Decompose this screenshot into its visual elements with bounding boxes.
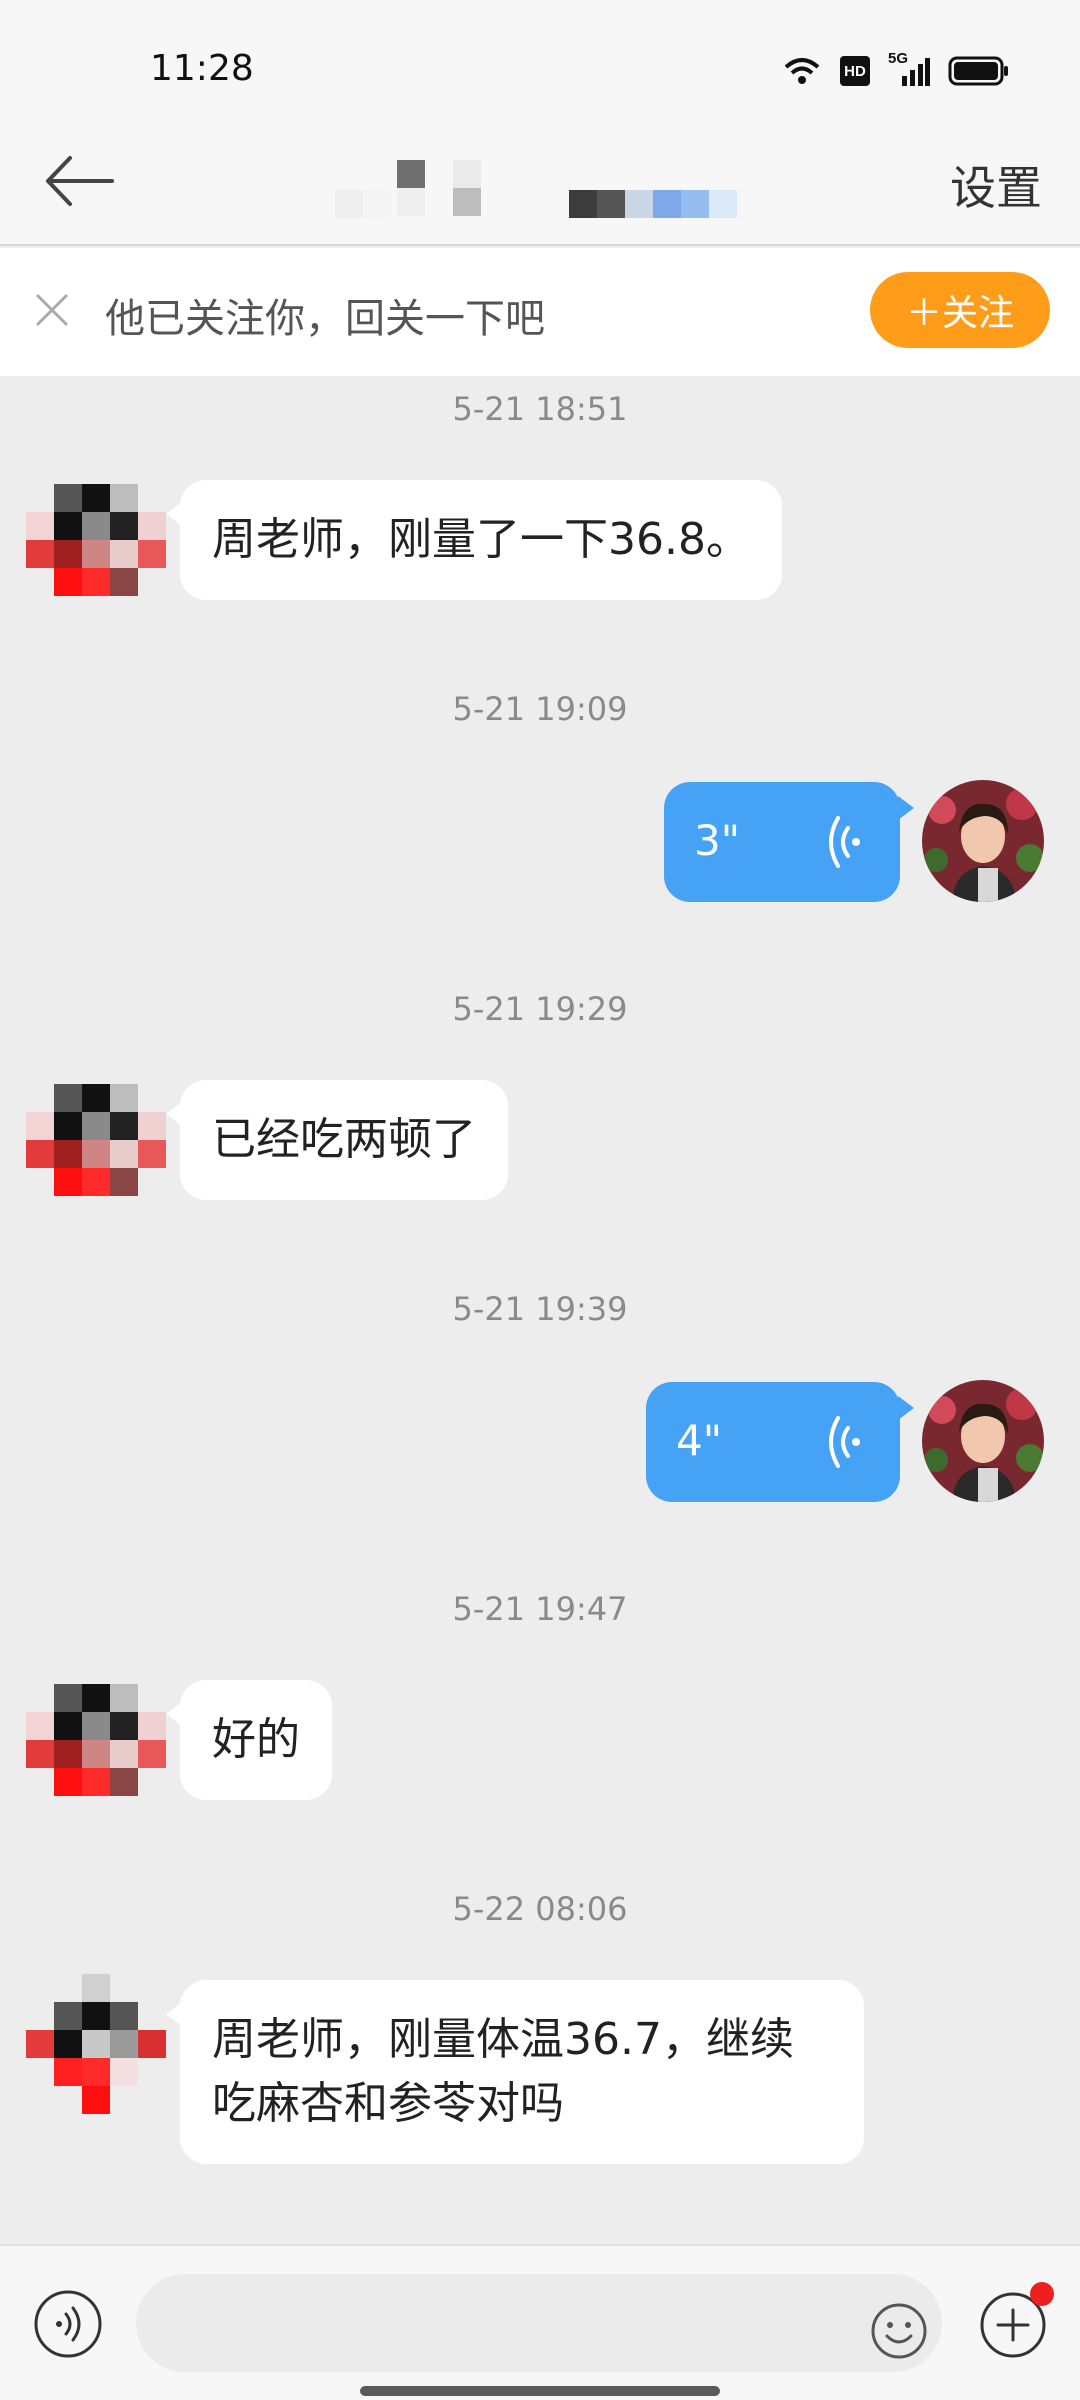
follow-banner: 他已关注你，回关一下吧 ＋关注 — [0, 248, 1080, 376]
voice-duration: 4" — [676, 1416, 723, 1465]
voice-message-bubble[interactable]: 3" — [664, 782, 914, 902]
notification-dot — [1030, 2282, 1054, 2306]
emoji-button[interactable] — [870, 2302, 928, 2360]
wifi-icon — [784, 58, 820, 84]
message-text: 已经吃两顿了 — [212, 1114, 476, 1165]
message-timestamp: 5-21 19:09 — [452, 690, 628, 728]
my-avatar[interactable] — [922, 780, 1044, 902]
settings-link[interactable]: 设置 — [950, 152, 1042, 218]
voice-duration: 3" — [694, 816, 741, 865]
message-timestamp: 5-22 08:06 — [452, 1890, 628, 1928]
home-indicator[interactable] — [360, 2386, 720, 2396]
emoji-icon — [871, 2303, 927, 2359]
hd-badge: HD — [840, 56, 870, 86]
message-timestamp: 5-21 19:39 — [452, 1290, 628, 1328]
voice-wave-icon — [829, 1416, 860, 1468]
message-bubble[interactable]: 好的 — [166, 1680, 332, 1800]
status-icons: HD 5G — [782, 50, 1010, 88]
follow-button[interactable]: ＋关注 — [870, 272, 1050, 348]
arrow-left-icon — [46, 156, 114, 206]
input-bar — [0, 2244, 1080, 2400]
message-text: 周老师，刚量体温36.7，继续吃麻杏和参苓对吗 — [212, 2014, 794, 2129]
top-bar: 设置 — [0, 120, 1080, 246]
voice-input-button[interactable] — [32, 2288, 104, 2360]
close-icon[interactable] — [32, 290, 72, 330]
contact-avatar[interactable] — [26, 1684, 166, 1800]
voice-wave-icon — [829, 816, 860, 868]
my-avatar[interactable] — [922, 1380, 1044, 1502]
message-input[interactable] — [136, 2274, 942, 2372]
voice-message-bubble[interactable]: 4" — [646, 1382, 914, 1502]
contact-avatar[interactable] — [26, 1974, 166, 2114]
message-timestamp: 5-21 19:29 — [452, 990, 628, 1028]
signal-icon: 5G — [888, 50, 930, 88]
follow-button-label: ＋关注 — [905, 293, 1014, 334]
battery-icon — [948, 56, 1008, 86]
message-bubble[interactable]: 周老师，刚量体温36.7，继续吃麻杏和参苓对吗 — [166, 1980, 864, 2164]
status-time: 11:28 — [150, 48, 254, 89]
chat-area[interactable]: 5-21 18:51 周老师，刚量了一下36.8。 5-21 19:09 3" — [0, 376, 1080, 2244]
message-bubble[interactable]: 周老师，刚量了一下36.8。 — [166, 480, 782, 600]
message-timestamp: 5-21 19:47 — [452, 1590, 628, 1628]
message-bubble[interactable]: 已经吃两顿了 — [166, 1080, 508, 1200]
status-bar: 11:28 HD 5G — [0, 0, 1080, 140]
back-button[interactable] — [40, 146, 120, 216]
message-timestamp: 5-21 18:51 — [452, 390, 628, 428]
contact-name-redacted — [335, 140, 755, 220]
contact-avatar[interactable] — [26, 484, 166, 600]
follow-prompt-text: 他已关注你，回关一下吧 — [105, 296, 545, 342]
voice-toggle-icon — [34, 2290, 102, 2358]
contact-avatar[interactable] — [26, 1084, 166, 1200]
message-text: 好的 — [212, 1714, 300, 1765]
message-text: 周老师，刚量了一下36.8。 — [212, 514, 750, 565]
